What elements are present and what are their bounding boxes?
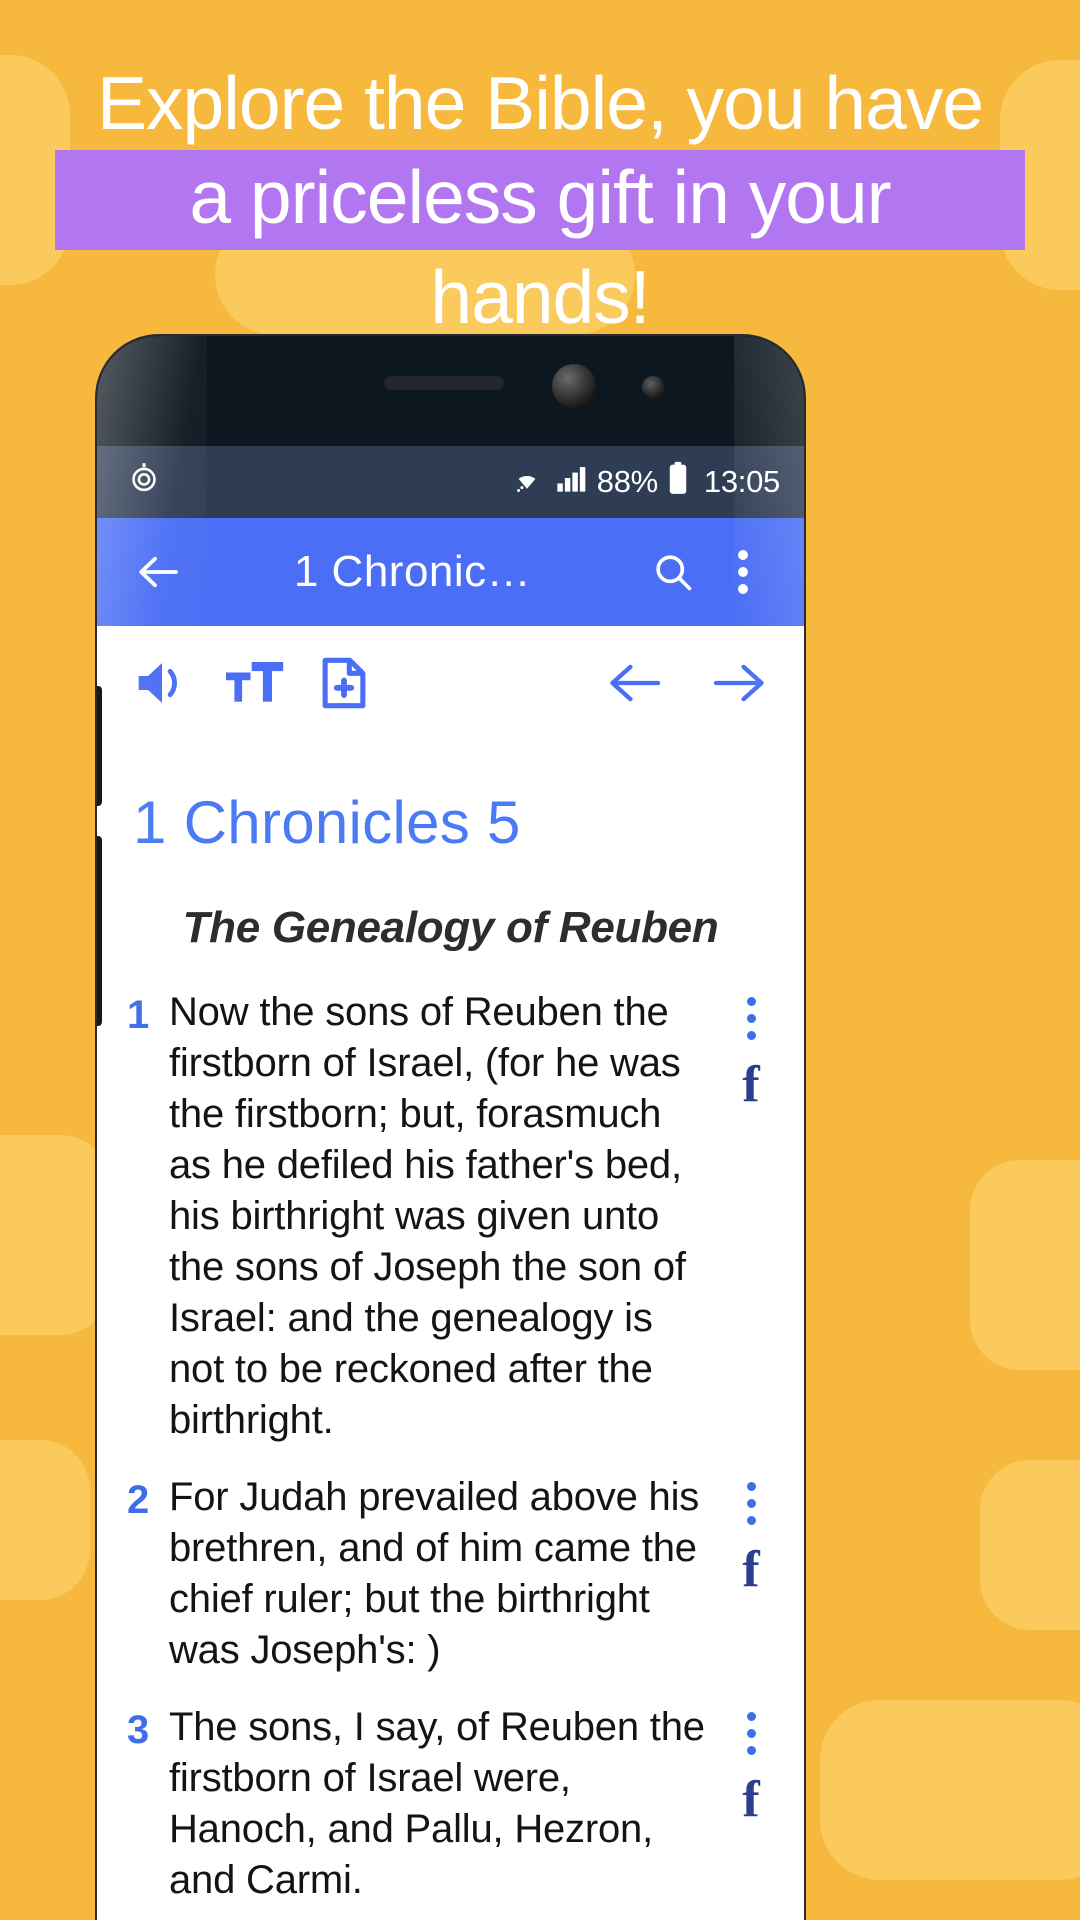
phone-top-bezel [97,336,804,446]
phone-side-button [97,686,102,806]
more-vertical-icon[interactable] [746,997,756,1040]
volume-speaker-icon[interactable] [131,655,193,716]
facebook-share-icon[interactable]: f [742,1774,759,1826]
add-note-icon[interactable] [315,654,373,717]
background-blob [820,1700,1080,1880]
facebook-share-icon[interactable]: f [742,1059,759,1111]
reader-toolbar [97,626,804,744]
promo-headline-line-3: hands! [430,255,650,339]
verse-list: 1 Now the sons of Reuben the firstborn o… [97,961,804,1920]
background-blob [970,1160,1080,1370]
front-camera-icon [552,364,596,408]
facebook-share-icon[interactable]: f [742,1544,759,1596]
verse-text: For Judah prevailed above his brethren, … [169,1475,700,1672]
more-vertical-icon[interactable] [746,1712,756,1755]
background-blob [980,1460,1080,1630]
proximity-sensor-icon [642,376,664,398]
chapter-title: 1 Chronicles 5 [133,789,521,856]
background-blob [0,1440,90,1600]
back-arrow-icon[interactable] [123,552,193,592]
app-bar: 1 Chronic… [97,518,804,626]
promo-headline-line-1: Explore the Bible, you have [96,61,984,145]
verse-row[interactable]: 2 For Judah prevailed above his brethren… [97,1472,804,1676]
more-vertical-icon[interactable] [746,1482,756,1525]
status-bar: 88% 13:05 [97,446,804,518]
background-blob [0,1135,110,1335]
verse-row[interactable]: 3 The sons, I say, of Reuben the firstbo… [97,1702,804,1906]
phone-side-button [97,836,102,1026]
search-icon[interactable] [638,550,708,594]
section-heading: The Genealogy of Reuben [182,903,719,952]
text-size-icon[interactable] [223,655,285,716]
previous-chapter-arrow-icon[interactable] [604,660,666,711]
wifi-icon [509,463,545,501]
earpiece-speaker [384,376,504,390]
battery-icon [667,461,689,503]
status-bar-clock: 13:05 [703,464,780,499]
phone-screen: 88% 13:05 1 Chronic… 1 Chronicles 5 The … [97,446,804,1920]
verse-number: 1 [127,993,150,1037]
verse-row[interactable]: 1 Now the sons of Reuben the firstborn o… [97,987,804,1446]
verse-text: Now the sons of Reuben the firstborn of … [169,990,686,1442]
verse-number: 2 [127,1478,150,1522]
next-chapter-arrow-icon[interactable] [708,660,770,711]
cellular-signal-icon [554,463,588,501]
promo-headline: Explore the Bible, you have a priceless … [0,62,1080,338]
promo-headline-line-2: a priceless gift in your [55,150,1025,250]
app-bar-title: 1 Chronic… [293,547,532,596]
verse-text: The sons, I say, of Reuben the firstborn… [169,1705,705,1902]
alarm-icon [127,461,161,503]
verse-number: 3 [127,1708,150,1752]
more-vertical-icon[interactable] [708,549,778,595]
phone-mockup: 88% 13:05 1 Chronic… 1 Chronicles 5 The … [97,336,804,1920]
reader-content: 1 Chronicles 5 The Genealogy of Reuben 1… [97,744,804,1920]
battery-percent-label: 88% [596,464,658,499]
